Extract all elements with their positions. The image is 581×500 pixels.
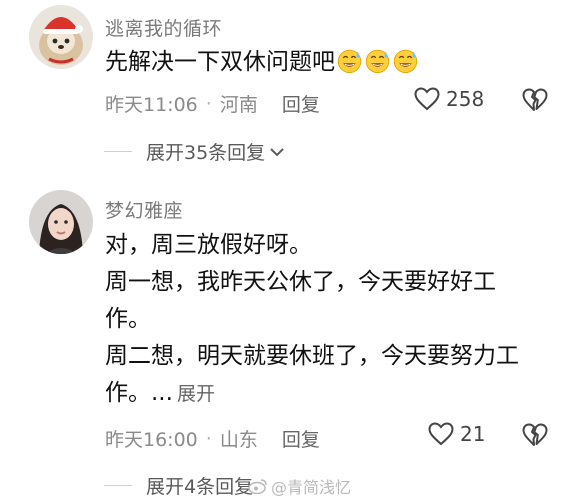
- heart-outline-icon: [428, 422, 454, 446]
- sweat-smile-emoji-icon: [365, 49, 390, 74]
- broken-heart-icon: [522, 423, 548, 446]
- comment-time: 昨天16:00: [105, 429, 198, 451]
- inline-expand-link[interactable]: 展开: [177, 383, 215, 405]
- avatar[interactable]: [29, 190, 93, 254]
- sweat-smile-emoji-icon: [337, 49, 362, 74]
- expand-replies-button[interactable]: 展开35条回复: [104, 138, 285, 165]
- comment-text: 先解决一下双休问题吧: [105, 44, 560, 81]
- broken-heart-icon: [522, 88, 548, 111]
- comment-text: 对，周三放假好呀。 周一想，我昨天公休了，今天要好好工 作。 周二想，明天就要休…: [105, 227, 560, 413]
- watermark: @青简浅忆: [248, 474, 351, 498]
- meta-separator: ·: [205, 92, 212, 115]
- watermark-text: @青简浅忆: [271, 478, 352, 497]
- avatar[interactable]: [29, 5, 93, 69]
- like-button[interactable]: 21: [428, 422, 485, 446]
- dislike-button[interactable]: [522, 423, 548, 451]
- heart-outline-icon: [414, 87, 440, 111]
- chevron-down-icon: [270, 147, 284, 156]
- divider-line: [104, 151, 132, 152]
- like-count: 21: [460, 422, 486, 446]
- divider-line: [104, 485, 132, 486]
- comment-text-line-1: 对，周三放假好呀。: [105, 232, 312, 258]
- reply-button[interactable]: 回复: [282, 90, 320, 117]
- comment-text-line-3: 作。: [105, 306, 151, 332]
- comment-text-line-4: 周二想，明天就要休班了，今天要努力工: [105, 343, 519, 369]
- meta-separator: ·: [205, 427, 212, 450]
- comment-text-line-5: 作。...: [105, 380, 173, 406]
- username[interactable]: 梦幻雅座: [105, 196, 183, 223]
- comment-text-line-5-wrap: 作。... 展开: [105, 375, 560, 413]
- comment-location: 山东: [219, 429, 258, 451]
- comment-location: 河南: [219, 94, 258, 116]
- dislike-button[interactable]: [522, 88, 548, 116]
- like-button[interactable]: 258: [414, 87, 484, 111]
- expand-replies-button[interactable]: 展开4条回复: [104, 472, 253, 499]
- comment-meta: 昨天16:00 · 山东 回复: [105, 425, 320, 452]
- username[interactable]: 逃离我的循环: [105, 14, 222, 41]
- comment-text-line: 先解决一下双休问题吧: [105, 44, 560, 81]
- like-count: 258: [446, 87, 485, 111]
- comment-meta: 昨天11:06 · 河南 回复: [105, 90, 320, 117]
- expand-replies-label: 展开4条回复: [146, 476, 254, 498]
- comment-text-line-1: 先解决一下双休问题吧: [105, 49, 335, 75]
- comment-time: 昨天11:06: [105, 94, 198, 116]
- sweat-smile-emoji-icon: [393, 49, 418, 74]
- reply-button[interactable]: 回复: [282, 425, 320, 452]
- weibo-logo-icon: [248, 479, 267, 494]
- comment-text-line-2: 周一想，我昨天公休了，今天要好好工: [105, 269, 496, 295]
- expand-replies-label: 展开35条回复: [146, 142, 266, 164]
